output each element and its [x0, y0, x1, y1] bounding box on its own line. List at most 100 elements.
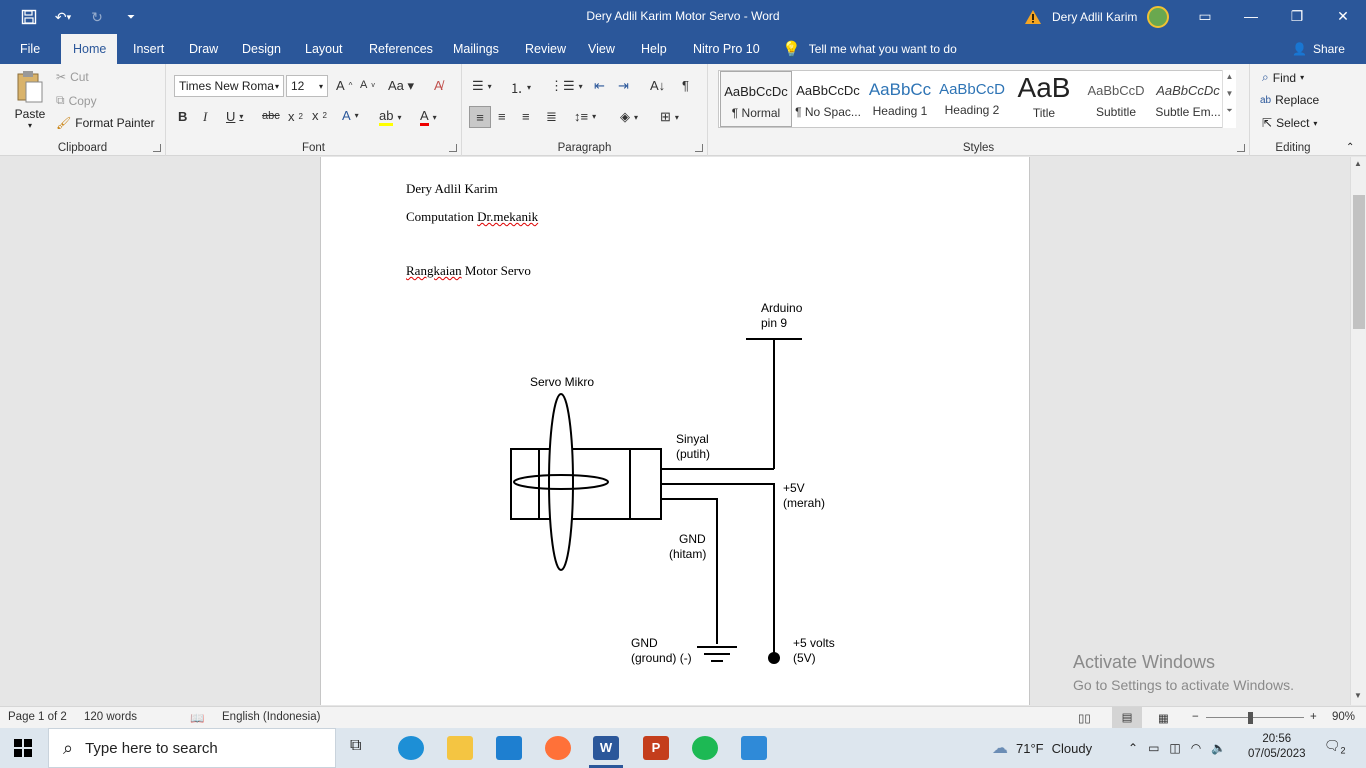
paste-button[interactable]: Paste ▾ [10, 70, 50, 130]
select-button[interactable]: ⇱ Select ▾ [1262, 116, 1317, 130]
zoom-slider-thumb[interactable] [1248, 712, 1253, 724]
clock[interactable]: 20:56 07/05/2023 [1248, 732, 1306, 762]
decrease-indent-icon[interactable]: ⇤ [594, 78, 605, 94]
user-area[interactable]: Dery Adlil Karim [1024, 6, 1170, 28]
zoom-out-icon[interactable]: − [1192, 711, 1199, 723]
style-heading-2[interactable]: AaBbCcD Heading 2 [936, 71, 1008, 127]
battery-icon[interactable]: ▭ [1148, 741, 1159, 755]
tab-references[interactable]: References [357, 34, 445, 64]
vertical-scrollbar[interactable]: ▲ ▼ [1350, 157, 1366, 705]
chevron-up-icon[interactable]: ⌃ [1128, 741, 1138, 755]
tab-layout[interactable]: Layout [293, 34, 355, 64]
font-launcher-icon[interactable] [449, 144, 457, 152]
style-subtitle[interactable]: AaBbCcD Subtitle [1080, 71, 1152, 127]
paragraph-launcher-icon[interactable] [695, 144, 703, 152]
word-count[interactable]: 120 words [84, 711, 137, 723]
mail-icon[interactable] [496, 736, 522, 760]
scrollbar-thumb[interactable] [1353, 195, 1365, 329]
style-subtle-emphasis[interactable]: AaBbCcDc Subtle Em... [1152, 71, 1224, 127]
web-layout-icon[interactable]: ▦ [1158, 711, 1169, 725]
bullets-icon[interactable]: ☰ ▾ [472, 78, 492, 94]
zoom-slider[interactable] [1206, 717, 1304, 718]
meet-icon[interactable]: ◫ [1169, 741, 1180, 755]
justify-icon[interactable]: ≣ [546, 109, 557, 125]
file-explorer-icon[interactable] [447, 736, 473, 760]
taskbar-search[interactable]: ⌕ Type here to search [48, 728, 336, 768]
highlight-icon[interactable]: ab ▾ [379, 108, 401, 126]
show-formatting-icon[interactable]: ¶ [682, 78, 689, 93]
read-mode-icon[interactable]: ▯▯ [1078, 711, 1091, 725]
wifi-icon[interactable]: ◠ [1191, 741, 1201, 755]
spotify-icon[interactable] [692, 736, 718, 760]
close-icon[interactable]: ✕ [1320, 0, 1366, 32]
restore-icon[interactable]: ❐ [1274, 0, 1320, 32]
strikethrough-icon[interactable]: abc [262, 110, 280, 122]
font-family-select[interactable]: Times New Roma ▾ [174, 75, 284, 97]
style-heading-1[interactable]: AaBbCc Heading 1 [864, 71, 936, 127]
tab-review[interactable]: Review [513, 34, 578, 64]
edge-icon[interactable] [398, 736, 424, 760]
page-count[interactable]: Page 1 of 2 [8, 711, 67, 723]
style-title[interactable]: AaB Title [1008, 71, 1080, 127]
zoom-level[interactable]: 90% [1332, 711, 1355, 723]
multilevel-list-icon[interactable]: ⋮☰ ▾ [550, 78, 583, 94]
style-normal[interactable]: AaBbCcDc ¶ Normal [720, 71, 792, 127]
proofing-icon[interactable]: 📖 [190, 711, 204, 725]
clipboard-launcher-icon[interactable] [153, 144, 161, 152]
tab-nitro[interactable]: Nitro Pro 10 [681, 34, 772, 64]
tab-mailings[interactable]: Mailings [441, 34, 511, 64]
align-right-icon[interactable]: ≡ [522, 109, 530, 124]
clear-formatting-icon[interactable]: A̸ [434, 78, 443, 93]
weather-widget[interactable]: ☁ 71°F Cloudy [992, 728, 1092, 768]
print-layout-icon[interactable]: ▤ [1112, 707, 1142, 728]
firefox-icon[interactable] [545, 736, 571, 760]
sort-icon[interactable]: A↓ [650, 78, 665, 93]
word-icon[interactable]: W [593, 736, 619, 760]
scroll-down-icon[interactable]: ▼ [1223, 89, 1236, 98]
language[interactable]: English (Indonesia) [222, 711, 320, 723]
volume-icon[interactable]: 🔈 [1211, 741, 1226, 755]
subscript-icon[interactable]: x2 [288, 109, 303, 124]
more-styles-icon[interactable]: ⏷ [1223, 106, 1236, 116]
shading-icon[interactable]: ◈ ▾ [620, 109, 638, 125]
notifications-icon[interactable]: 🗨2 [1324, 738, 1346, 756]
styles-gallery-scroll[interactable]: ▲ ▼ ⏷ [1222, 70, 1236, 128]
task-view-icon[interactable]: ⧉ [350, 737, 361, 755]
replace-button[interactable]: ab Replace [1260, 93, 1319, 107]
zoom-in-icon[interactable]: + [1310, 711, 1317, 723]
minimize-icon[interactable]: — [1228, 0, 1274, 32]
photos-icon[interactable] [741, 736, 767, 760]
scroll-down-icon[interactable]: ▼ [1354, 691, 1362, 700]
windows-start-icon[interactable] [14, 739, 32, 760]
document-page[interactable]: Dery Adlil Karim Computation Dr.mekanik … [320, 157, 1030, 705]
tab-view[interactable]: View [576, 34, 627, 64]
avatar[interactable] [1147, 6, 1170, 28]
scroll-up-icon[interactable]: ▲ [1223, 72, 1236, 81]
line-spacing-icon[interactable]: ↕≡ ▾ [574, 109, 596, 124]
powerpoint-icon[interactable]: P [643, 736, 669, 760]
grow-font-icon[interactable]: A ^ [336, 78, 352, 93]
share-button[interactable]: 👤 Share [1292, 34, 1345, 64]
tell-me-box[interactable]: 💡 Tell me what you want to do [782, 34, 957, 64]
borders-icon[interactable]: ⊞ ▾ [660, 109, 679, 125]
tab-home[interactable]: Home [61, 34, 117, 64]
find-button[interactable]: ⌕ Find ▾ [1262, 70, 1304, 85]
style-no-spacing[interactable]: AaBbCcDc ¶ No Spac... [792, 71, 864, 127]
tab-design[interactable]: Design [230, 34, 293, 64]
font-color-icon[interactable]: A ▾ [420, 108, 437, 126]
text-effects-icon[interactable]: A ▾ [342, 108, 359, 123]
copy-button[interactable]: ⧉ Copy [56, 93, 97, 108]
font-size-select[interactable]: 12 ▾ [286, 75, 328, 97]
tab-help[interactable]: Help [629, 34, 679, 64]
bold-icon[interactable]: B [178, 109, 187, 124]
underline-icon[interactable]: U ▾ [226, 109, 243, 124]
superscript-icon[interactable]: x2 [312, 108, 327, 123]
tab-draw[interactable]: Draw [177, 34, 230, 64]
increase-indent-icon[interactable]: ⇥ [618, 78, 629, 94]
shrink-font-icon[interactable]: Av [360, 79, 375, 91]
numbering-icon[interactable]: ⒈ ▾ [510, 78, 531, 97]
ribbon-display-options-icon[interactable]: ▭ [1182, 0, 1228, 32]
scroll-up-icon[interactable]: ▲ [1354, 159, 1362, 168]
align-center-icon[interactable]: ≡ [498, 109, 506, 124]
cut-button[interactable]: ✂ Cut [56, 70, 89, 84]
